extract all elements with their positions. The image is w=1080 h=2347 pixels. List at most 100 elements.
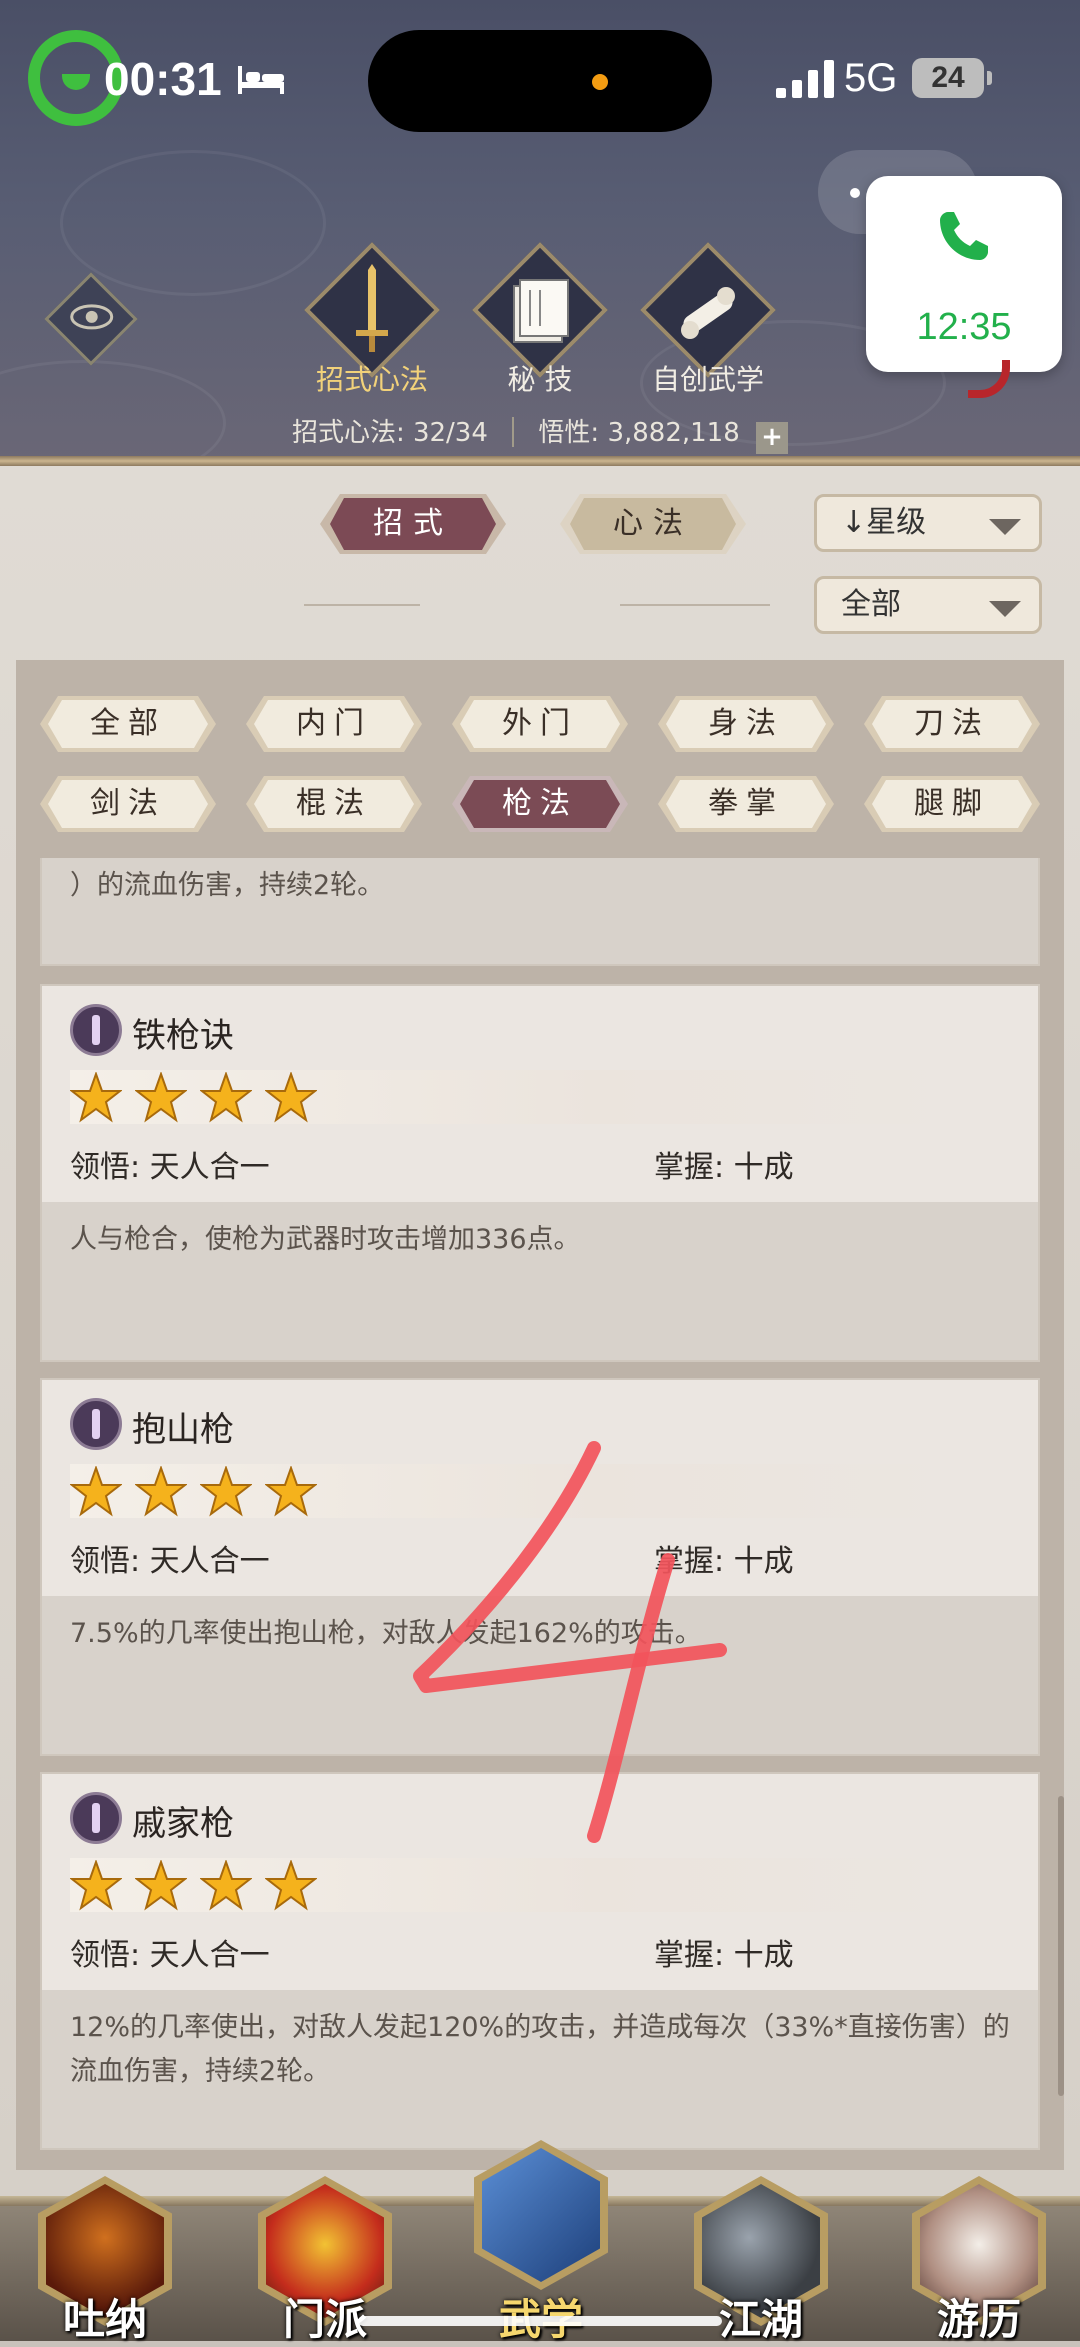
battery-icon: 24 [912, 58, 992, 98]
spear-skill-icon [70, 1004, 122, 1056]
scroll-icon [681, 287, 735, 339]
nav-label: 吐纳 [62, 2295, 147, 2344]
skill-name: 铁枪诀 [132, 1016, 234, 1056]
category-staff[interactable]: 棍法 [246, 776, 422, 832]
star-icon [200, 1860, 252, 1911]
category-label: 身法 [708, 706, 784, 741]
star-icon [135, 1072, 187, 1123]
decorative-line [620, 604, 770, 606]
skill-description: 12%的几率使出，对敌人发起120%的攻击，并造成每次（33%*直接伤害）的流血… [70, 2012, 1010, 2087]
chevron-down-icon [989, 519, 1021, 535]
category-label: 枪法 [502, 786, 578, 821]
skill-description: 人与枪合，使枪为武器时攻击增加336点。 [70, 1224, 581, 1255]
header-border [0, 456, 1080, 466]
star-icon [265, 1860, 317, 1911]
spear-skill-icon [70, 1398, 122, 1450]
tab-moves[interactable]: 招式 [320, 494, 506, 554]
star-icon [265, 1466, 317, 1517]
category-label: 腿脚 [914, 786, 990, 821]
stats-divider [512, 417, 515, 447]
category-outer[interactable]: 外门 [452, 696, 628, 752]
tab-moves-text: 招式 [373, 506, 453, 541]
cloud-decoration [60, 150, 326, 296]
category-movement[interactable]: 身法 [658, 696, 834, 752]
call-duration: 12:35 [916, 306, 1012, 348]
tab-moves-icon[interactable] [304, 242, 440, 378]
category-label: 拳掌 [708, 786, 784, 821]
nav-jianghu[interactable]: 江湖 [686, 2176, 836, 2344]
star-icon [135, 1860, 187, 1911]
nav-breathing[interactable]: 吐纳 [30, 2176, 180, 2344]
comprehension-label: 领悟: 天人合一 [70, 1150, 270, 1185]
stats-bar: 招式心法: 32/34 悟性: 3,882,118 + [0, 412, 1080, 454]
skill-card[interactable]: ）的流血伤害，持续2轮。 [40, 858, 1040, 966]
star-icon [135, 1466, 187, 1517]
tab-mental-method[interactable]: 心法 [560, 494, 746, 554]
category-blade[interactable]: 刀法 [864, 696, 1040, 752]
category-leg[interactable]: 腿脚 [864, 776, 1040, 832]
sort-value: 星级 [866, 505, 927, 540]
nav-sect[interactable]: 门派 [250, 2176, 400, 2344]
decorative-line [304, 604, 420, 606]
skill-description: ）的流血伤害，持续2轮。 [70, 870, 385, 901]
tab-secret-label[interactable]: 秘 技 [460, 358, 620, 398]
tab-secret-icon[interactable] [472, 242, 608, 378]
star-icon [265, 1072, 317, 1123]
skill-card[interactable]: 戚家枪 领悟: 天人合一 掌握: 十成 12%的几率使出，对敌人发起120%的攻… [40, 1772, 1040, 2150]
category-label: 剑法 [90, 786, 166, 821]
star-icon [70, 1072, 122, 1123]
category-all[interactable]: 全部 [40, 696, 216, 752]
star-icon [200, 1466, 252, 1517]
chevron-down-icon [989, 601, 1021, 617]
comprehension-label: 领悟: 天人合一 [70, 1938, 270, 1973]
category-label: 内门 [296, 706, 372, 741]
tab-moves-label[interactable]: 招式心法 [292, 358, 452, 398]
category-label: 棍法 [296, 786, 372, 821]
nav-label: 游历 [936, 2295, 1021, 2344]
moves-count: 招式心法: 32/34 [291, 418, 488, 448]
sleep-mode-icon [238, 66, 284, 94]
filter-dropdown[interactable]: 全部 [814, 576, 1042, 634]
scrollbar[interactable] [1058, 1796, 1064, 2096]
sort-dropdown[interactable]: ↓星级 [814, 494, 1042, 552]
star-icon [70, 1466, 122, 1517]
home-indicator[interactable] [358, 2316, 722, 2326]
mastery-label: 掌握: 十成 [654, 1544, 794, 1579]
nav-martial-arts[interactable]: 武学 [466, 2140, 616, 2344]
tab-custom-icon[interactable] [640, 242, 776, 378]
category-label: 全部 [90, 706, 166, 741]
dynamic-island [368, 30, 712, 132]
tab-mental-method-text: 心法 [613, 506, 693, 541]
nav-travel[interactable]: 游历 [904, 2176, 1054, 2344]
sort-direction-icon: ↓ [841, 505, 867, 540]
tab-custom-label[interactable]: 自创武学 [628, 358, 788, 398]
skill-name: 戚家枪 [132, 1804, 234, 1844]
category-inner[interactable]: 内门 [246, 696, 422, 752]
insight-value: 悟性: 3,882,118 [538, 418, 740, 448]
category-label: 刀法 [914, 706, 990, 741]
comprehension-label: 领悟: 天人合一 [70, 1544, 270, 1579]
skill-description: 7.5%的几率使出抱山枪，对敌人发起162%的攻击。 [70, 1618, 702, 1649]
mastery-label: 掌握: 十成 [654, 1150, 794, 1185]
category-sword[interactable]: 剑法 [40, 776, 216, 832]
category-label: 外门 [502, 706, 578, 741]
add-insight-button[interactable]: + [756, 422, 789, 454]
phone-icon [940, 212, 988, 260]
privacy-indicator-icon [592, 74, 608, 90]
skill-card[interactable]: 抱山枪 领悟: 天人合一 掌握: 十成 7.5%的几率使出抱山枪，对敌人发起16… [40, 1378, 1040, 1756]
skill-card[interactable]: 铁枪诀 领悟: 天人合一 掌握: 十成 人与枪合，使枪为武器时攻击增加336点。 [40, 984, 1040, 1362]
network-type: 5G [844, 56, 898, 100]
star-icon [200, 1072, 252, 1123]
call-widget[interactable]: 12:35 [866, 176, 1062, 372]
category-fist[interactable]: 拳掌 [658, 776, 834, 832]
skill-list[interactable]: ）的流血伤害，持续2轮。 铁枪诀 领悟: 天人合一 掌握: 十成 人与枪合，使枪… [40, 858, 1040, 2158]
filter-value: 全部 [841, 587, 901, 622]
skill-name: 抱山枪 [132, 1410, 234, 1450]
star-icon [70, 1860, 122, 1911]
status-time: 00:31 [104, 53, 222, 105]
eye-icon [70, 304, 114, 330]
book-icon [513, 279, 569, 343]
sword-icon [356, 264, 388, 352]
signal-icon [776, 60, 834, 98]
category-spear[interactable]: 枪法 [452, 776, 628, 832]
